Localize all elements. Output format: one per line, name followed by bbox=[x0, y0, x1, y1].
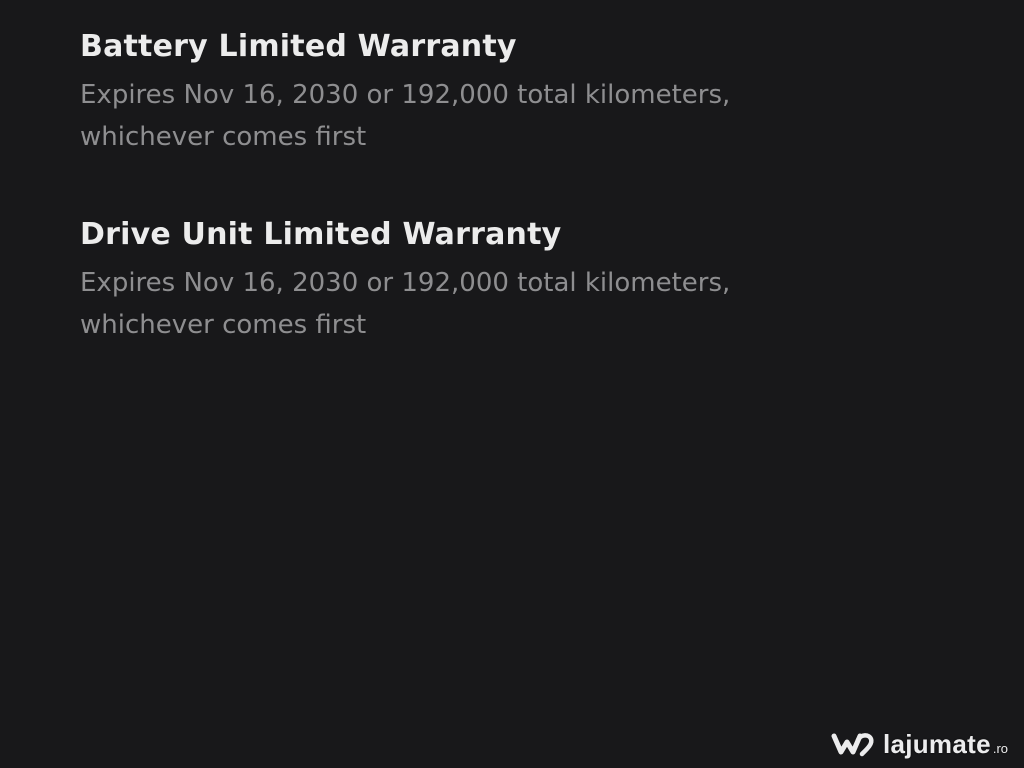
watermark-name: lajumate bbox=[882, 729, 991, 759]
battery-warranty-description: Expires Nov 16, 2030 or 192,000 total ki… bbox=[80, 80, 731, 152]
warranty-screen: Battery Limited Warranty Expires Nov 16,… bbox=[0, 0, 1024, 768]
drive-unit-warranty-title: Drive Unit Limited Warranty bbox=[80, 217, 562, 252]
battery-warranty-title: Battery Limited Warranty bbox=[80, 29, 517, 64]
drive-unit-warranty-item: Drive Unit Limited Warranty Expires Nov … bbox=[80, 214, 940, 346]
battery-warranty-item: Battery Limited Warranty Expires Nov 16,… bbox=[80, 26, 940, 158]
lajumate-watermark: lajumate .ro bbox=[831, 729, 1008, 760]
watermark-tld: .ro bbox=[992, 741, 1008, 756]
lajumate-logo-icon bbox=[831, 730, 877, 760]
drive-unit-warranty-description: Expires Nov 16, 2030 or 192,000 total ki… bbox=[80, 268, 731, 340]
warranty-list: Battery Limited Warranty Expires Nov 16,… bbox=[80, 26, 940, 346]
